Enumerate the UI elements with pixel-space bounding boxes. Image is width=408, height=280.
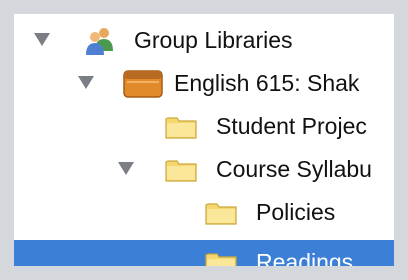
tree-item-course-syllabus[interactable]: Course Syllabu	[14, 147, 394, 191]
library-box-icon	[123, 70, 163, 103]
folder-icon	[165, 158, 197, 187]
disclosure-triangle-icon[interactable]	[78, 76, 94, 89]
disclosure-triangle-icon[interactable]	[34, 33, 50, 46]
collections-tree-pane: Group Libraries English 615: Shak Studen…	[14, 14, 394, 266]
disclosure-triangle-icon[interactable]	[118, 162, 134, 175]
tree-item-label: English 615: Shak	[174, 70, 360, 96]
tree-item-label: Policies	[256, 199, 336, 225]
folder-icon	[205, 201, 237, 230]
tree-item-label: Group Libraries	[134, 27, 293, 53]
tree-item-student-projects[interactable]: Student Projec	[14, 104, 394, 148]
tree-item-english-615[interactable]: English 615: Shak	[14, 61, 394, 105]
tree-item-readings[interactable]: Readings	[14, 240, 394, 266]
group-users-icon	[84, 26, 116, 61]
folder-icon	[165, 115, 197, 144]
tree-item-group-libraries[interactable]: Group Libraries	[14, 18, 394, 62]
tree-item-policies[interactable]: Policies	[14, 190, 394, 234]
tree-item-label: Student Projec	[216, 113, 367, 139]
folder-icon	[205, 251, 237, 266]
tree-item-label: Readings	[256, 249, 354, 266]
tree-item-label: Course Syllabu	[216, 156, 372, 182]
